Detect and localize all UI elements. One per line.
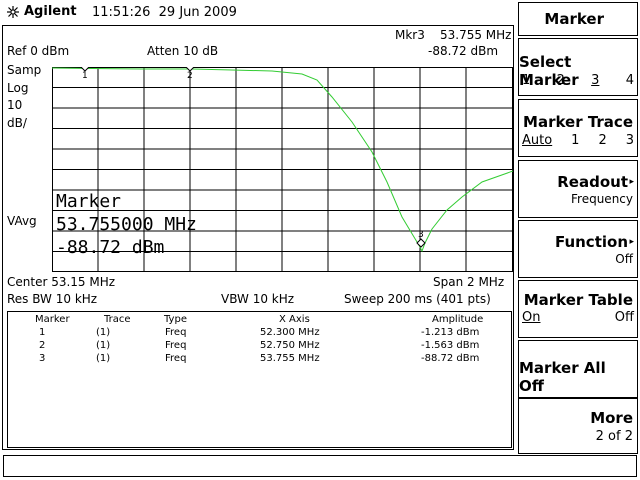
marker-3-label: 3: [418, 230, 424, 240]
table-row-1-xaxis: 52.300 MHz: [260, 327, 320, 338]
marker-trace-button[interactable]: Marker Trace Auto 1 2 3: [518, 99, 638, 157]
marker-table-button[interactable]: Marker Table On Off: [518, 280, 638, 338]
marker-table-on-selected: On: [522, 310, 541, 325]
col-header-amplitude: Amplitude: [432, 314, 484, 325]
col-header-marker: Marker: [35, 314, 70, 325]
marker-trace-opt-2: 2: [598, 133, 607, 148]
scale-log: Log: [7, 81, 29, 95]
table-row-1-trace: (1): [96, 327, 111, 338]
table-row-3-type: Freq: [165, 353, 187, 364]
scale-unit: dB/: [7, 116, 27, 130]
function-button[interactable]: Function ▸ Off: [518, 220, 638, 278]
marker-overlay-freq: 53.755000 MHz: [56, 214, 197, 235]
function-value: Off: [615, 252, 633, 266]
table-row-1-amplitude: -1.213 dBm: [421, 327, 480, 338]
marker-table-label: Marker Table: [523, 291, 633, 309]
select-marker-opt-2: 2: [556, 73, 565, 88]
brand-name: Agilent: [24, 4, 77, 19]
scale-value: 10: [7, 98, 23, 112]
attenuation: Atten 10 dB: [147, 44, 219, 58]
readout-button[interactable]: Readout ▸ Frequency: [518, 160, 638, 218]
table-row-2-xaxis: 52.750 MHz: [260, 340, 320, 351]
select-marker-options: 1 2 3 4: [522, 73, 634, 88]
marker-trace-opt-auto-selected: Auto: [522, 133, 553, 148]
more-page: 2 of 2: [595, 429, 633, 444]
function-label: Function: [554, 233, 628, 251]
clock: 11:51:26 29 Jun 2009: [92, 5, 237, 20]
col-header-xaxis: X Axis: [279, 314, 310, 325]
marker-table-options: On Off: [522, 310, 634, 325]
table-row-1-type: Freq: [165, 327, 187, 338]
table-row-2-marker: 2: [39, 340, 46, 351]
marker-all-off-label: Marker All Off: [519, 359, 606, 395]
readout-value: Frequency: [571, 192, 633, 206]
date: 29 Jun 2009: [158, 5, 237, 20]
marker-1-label: 1: [82, 71, 88, 81]
agilent-logo: Agilent: [6, 4, 77, 19]
vavg-label: VAvg: [7, 214, 37, 228]
marker-readout-freq: 53.755 MHz: [440, 28, 512, 42]
table-row-2-trace: (1): [96, 340, 111, 351]
more-label: More: [590, 409, 633, 427]
sweep: Sweep 200 ms (401 pts): [344, 292, 491, 306]
time: 11:51:26: [92, 5, 151, 20]
table-row-1-marker: 1: [39, 327, 46, 338]
marker-table: Marker Trace Type X Axis Amplitude 1 (1)…: [7, 311, 512, 448]
select-marker-opt-4: 4: [625, 73, 634, 88]
submenu-arrow-icon: ▸: [629, 177, 634, 187]
marker-trace-opt-3: 3: [625, 133, 634, 148]
table-row-3-amplitude: -88.72 dBm: [421, 353, 480, 364]
table-row-2-type: Freq: [165, 340, 187, 351]
vbw: VBW 10 kHz: [221, 292, 295, 306]
marker-2-label: 2: [187, 71, 193, 81]
readout-label: Readout: [557, 173, 628, 191]
marker-overlay-title: Marker: [56, 191, 122, 212]
marker-trace-opt-1: 1: [571, 133, 580, 148]
marker-all-off-button[interactable]: Marker All Off: [518, 340, 638, 398]
marker-table-off: Off: [614, 310, 634, 325]
span: Span 2 MHz: [433, 275, 505, 289]
submenu-arrow-icon: ▸: [629, 237, 634, 247]
select-marker-opt-3-selected: 3: [591, 73, 600, 88]
marker-readout-amp: -88.72 dBm: [428, 44, 499, 58]
ref-level: Ref 0 dBm: [7, 44, 70, 58]
res-bw: Res BW 10 kHz: [7, 292, 98, 306]
col-header-trace: Trace: [104, 314, 131, 325]
menu-title: Marker: [518, 2, 638, 36]
table-row-3-marker: 3: [39, 353, 46, 364]
detector-samp: Samp: [7, 63, 42, 77]
status-bar: [3, 455, 637, 477]
table-row-3-xaxis: 53.755 MHz: [260, 353, 320, 364]
marker-readout-label: Mkr3: [395, 28, 425, 42]
col-header-type: Type: [164, 314, 187, 325]
select-marker-button[interactable]: Select Marker 1 2 3 4: [518, 38, 638, 96]
select-marker-opt-1: 1: [522, 73, 531, 88]
table-row-3-trace: (1): [96, 353, 111, 364]
marker-overlay-amp: -88.72 dBm: [56, 237, 165, 258]
center-freq: Center 53.15 MHz: [7, 275, 116, 289]
marker-trace-label: Marker Trace: [523, 113, 633, 131]
table-row-2-amplitude: -1.563 dBm: [421, 340, 480, 351]
marker-trace-options: Auto 1 2 3: [522, 133, 634, 148]
agilent-spark-icon: [7, 5, 19, 18]
more-button[interactable]: More 2 of 2: [518, 398, 638, 454]
menu-title-label: Marker: [544, 10, 604, 28]
